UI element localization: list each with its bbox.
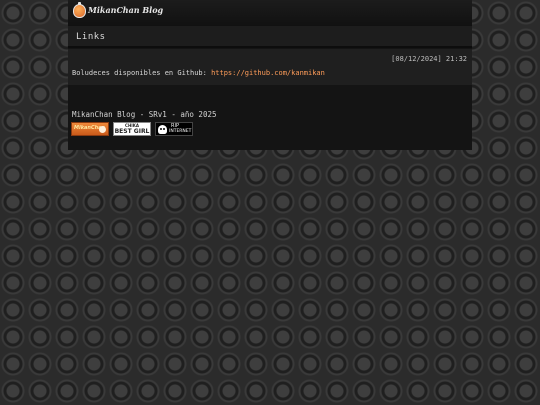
- post-body: Boludeces disponibles en Github:: [72, 69, 212, 77]
- mikan-orange-icon: [73, 2, 86, 18]
- footer-text: MikanChan Blog - SRv1 - año 2025: [72, 110, 217, 119]
- site-logo-text[interactable]: MikanChan Blog: [88, 5, 163, 15]
- nav-link-links[interactable]: Links: [76, 32, 106, 42]
- site-header: MikanChan Blog: [68, 0, 472, 26]
- post-entry: [08/12/2024] 21:32 Boludeces disponibles…: [68, 49, 472, 85]
- mascot-face-icon: [99, 126, 106, 133]
- skull-icon: [158, 125, 167, 134]
- github-link[interactable]: https://github.com/kanmikan: [211, 69, 325, 77]
- chika-best-girl-badge[interactable]: CHIKA BEST GIRL: [113, 122, 151, 136]
- mikanchan-badge[interactable]: MikanChan: [71, 122, 109, 136]
- rip-badge-bottom: INTERNET: [169, 129, 192, 134]
- post-text: Boludeces disponibles en Github: https:/…: [72, 69, 325, 77]
- content-panel: MikanChan Blog Links [08/12/2024] 21:32 …: [68, 0, 472, 150]
- nav-bar: Links: [68, 26, 472, 48]
- chika-badge-bottom: BEST GIRL: [114, 128, 150, 135]
- rip-internet-badge[interactable]: RIP INTERNET: [155, 122, 193, 136]
- post-date: [08/12/2024] 21:32: [391, 55, 467, 63]
